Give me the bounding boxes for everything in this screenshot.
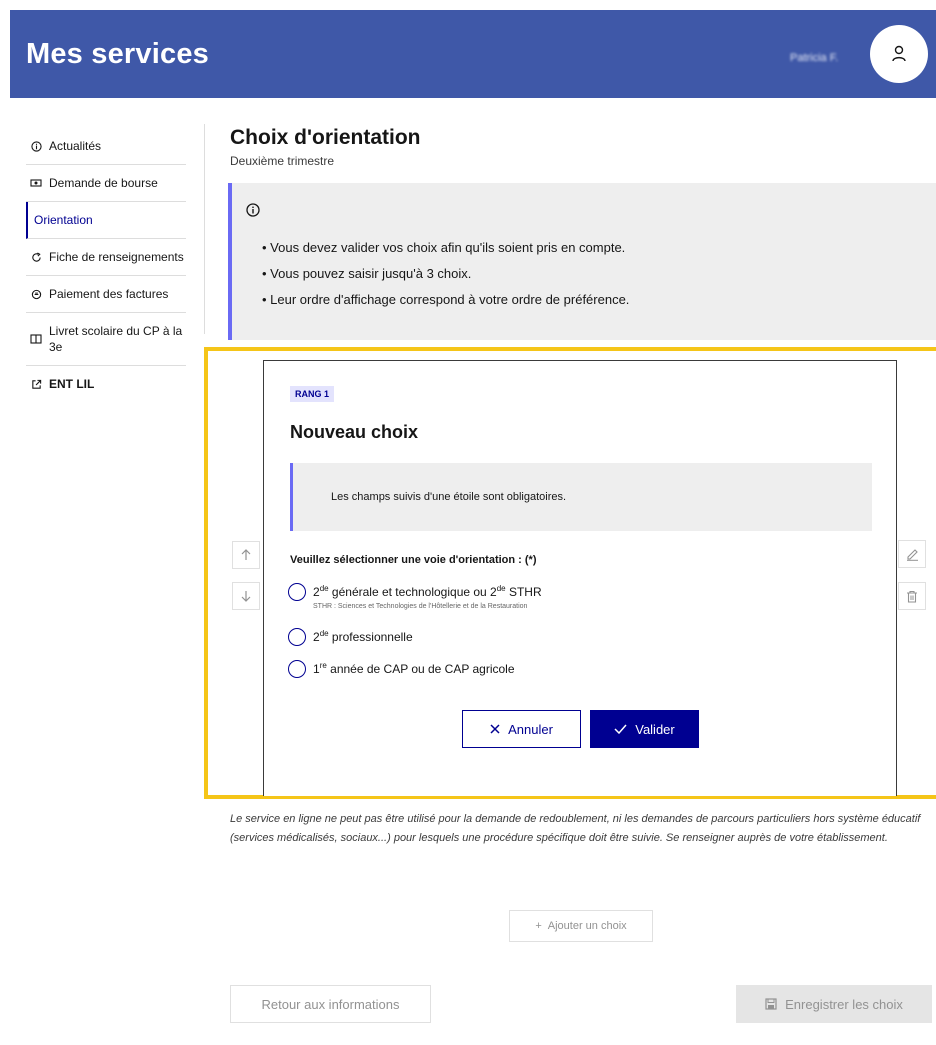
coins-icon [30,288,42,300]
save-choices-button[interactable]: Enregistrer les choix [736,985,932,1023]
sidebar-item-label: Paiement des factures [49,287,169,301]
book-icon [30,333,42,345]
radio-button[interactable] [288,583,306,601]
arrow-down-icon [241,591,251,602]
cancel-button[interactable]: Annuler [462,710,581,748]
page-title: Choix d'orientation [230,126,421,149]
sidebar-item-label: Livret scolaire du CP à la 3e [49,324,183,354]
sidebar-item-demande-de-bourse[interactable]: Demande de bourse [26,165,186,202]
add-choice-button[interactable]: + Ajouter un choix [509,910,653,942]
edit-button[interactable] [898,540,926,568]
page-subtitle: Deuxième trimestre [230,154,335,168]
info-item: Vous pouvez saisir jusqu'à 3 choix. [262,261,629,287]
arrow-up-icon [241,549,251,560]
info-callout: Vous devez valider vos choix afin qu'ils… [228,183,936,340]
info-item: Leur ordre d'affichage correspond à votr… [262,287,629,313]
info-list: Vous devez valider vos choix afin qu'ils… [262,235,629,313]
sidebar-item-label: Demande de bourse [49,176,158,190]
move-down-button[interactable] [232,582,260,610]
sidebar-nav: Actualités Demande de bourse Orientation… [26,128,186,402]
validate-button[interactable]: Valider [590,710,699,748]
option-generale-technologique[interactable]: 2de générale et technologique ou 2de STH… [288,583,542,613]
sidebar-item-orientation[interactable]: Orientation [26,202,186,239]
user-name: Patricia F. [790,52,839,64]
sidebar-item-actualites[interactable]: Actualités [26,128,186,165]
sidebar-divider [204,124,205,334]
option-label: 2de générale et technologique ou 2de STH… [313,584,542,600]
option-label: 1re année de CAP ou de CAP agricole [313,661,515,677]
validate-label: Valider [635,721,675,737]
sidebar-item-label: Fiche de renseignements [49,250,184,264]
save-icon [765,998,777,1010]
plus-icon: + [535,920,542,932]
option-professionnelle[interactable]: 2de professionnelle [288,628,413,646]
close-icon [490,724,500,734]
add-choice-label: Ajouter un choix [547,920,627,932]
trash-icon [907,590,917,603]
external-link-icon [30,378,42,390]
option-label: 2de professionnelle [313,629,413,645]
sidebar-item-label: Actualités [49,139,102,153]
sidebar-item-label: ENT LIL [49,377,95,391]
info-item: Vous devez valider vos choix afin qu'ils… [262,235,629,261]
radio-button[interactable] [288,628,306,646]
choice-card-title: Nouveau choix [290,422,419,442]
check-icon [614,724,627,734]
orientation-legend: Veuillez sélectionner une voie d'orienta… [290,554,537,566]
disclaimer-text: Le service en ligne ne peut pas être uti… [230,813,921,844]
sidebar-item-livret-scolaire[interactable]: Livret scolaire du CP à la 3e [26,313,186,366]
notice-text: Les champs suivis d'une étoile sont obli… [331,491,567,503]
cancel-label: Annuler [508,721,553,737]
option-cap[interactable]: 1re année de CAP ou de CAP agricole [288,660,515,678]
sidebar-item-fiche-de-renseignements[interactable]: Fiche de renseignements [26,239,186,276]
app-title: Mes services [26,38,209,70]
user-icon [892,45,906,62]
info-circle-icon [246,203,260,222]
info-circle-icon [30,140,42,152]
pencil-icon [906,548,918,561]
sidebar-item-ent-lil[interactable]: ENT LIL [26,366,186,402]
sidebar-item-label: Orientation [34,213,93,227]
radio-button[interactable] [288,660,306,678]
back-label: Retour aux informations [261,996,400,1012]
choice-card: RANG 1 Nouveau choix Les champs suivis d… [263,360,897,796]
app-header: Mes services Patricia F. [10,10,936,98]
back-button[interactable]: Retour aux informations [230,985,431,1023]
user-avatar-button[interactable] [870,25,928,83]
refresh-icon [30,251,42,263]
sidebar-item-paiement-des-factures[interactable]: Paiement des factures [26,276,186,313]
delete-button[interactable] [898,582,926,610]
save-label: Enregistrer les choix [785,996,903,1012]
option-hint: STHR : Sciences et Technologies de l'Hôt… [313,603,528,610]
move-up-button[interactable] [232,541,260,569]
required-fields-notice: Les champs suivis d'une étoile sont obli… [290,463,872,531]
money-icon [30,177,42,189]
rank-badge: RANG 1 [290,386,335,402]
